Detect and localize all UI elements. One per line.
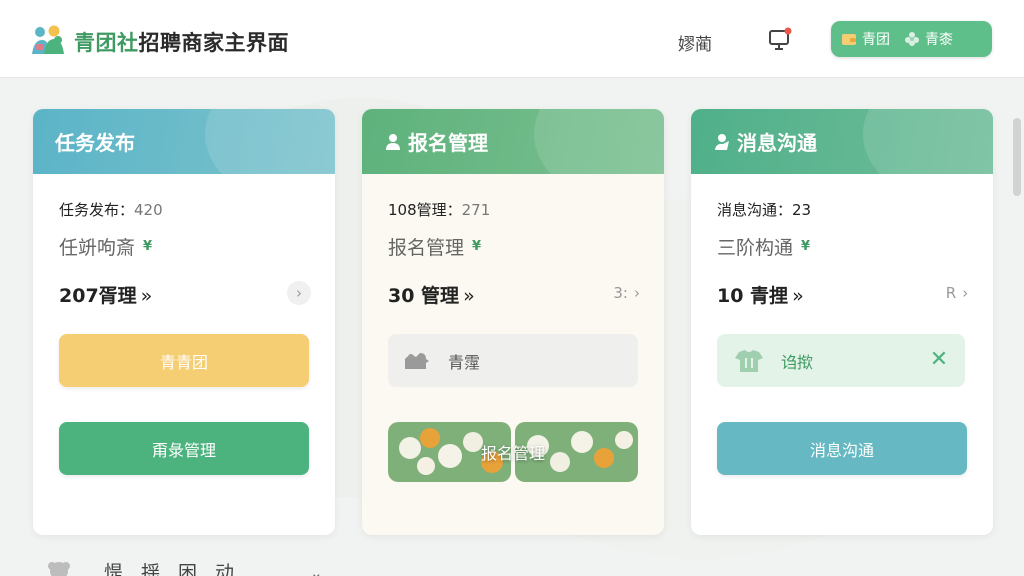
publish-count-text: 207胥理 xyxy=(59,285,137,307)
brand-name: 青团社 xyxy=(74,31,139,55)
bottom-section-icon xyxy=(48,562,70,576)
signup-stat: 108管理：271 xyxy=(388,199,490,220)
qingtuan-button[interactable]: 青青团 xyxy=(59,334,309,387)
publish-more-button[interactable]: › xyxy=(287,281,311,305)
publish-task-card: 任务发布 任务发布：420 任竔呴斎 ¥ 207胥理» › 青青团 甭彔管理 xyxy=(33,109,335,535)
message-stat-label: 消息沟通： xyxy=(717,201,793,219)
publish-card-header: 任务发布 xyxy=(33,109,335,174)
publish-count[interactable]: 207胥理» xyxy=(59,281,152,308)
signup-count-text: 30 管理 xyxy=(388,285,460,307)
shirt-icon xyxy=(735,349,763,372)
signup-more-button[interactable]: 3: › xyxy=(613,281,640,305)
publish-manage-button[interactable]: 甭彔管理 xyxy=(59,422,309,475)
bottom-section-label: 惿揺困动 xyxy=(104,561,253,576)
publish-card-title: 任务发布 xyxy=(55,131,135,155)
publish-stat: 任务发布：420 xyxy=(59,199,163,220)
person-icon xyxy=(386,133,400,150)
flower-icon xyxy=(905,32,919,46)
switch-qingsang[interactable]: 青桼 xyxy=(904,29,953,49)
page-subtitle: 招聘商家主界面 xyxy=(138,31,289,55)
message-more-button[interactable]: R › xyxy=(945,281,969,305)
signup-field-text: 青霪 xyxy=(448,352,481,372)
yen-icon: ¥ xyxy=(143,239,153,254)
signup-manage-card: 报名管理 108管理：271 报名管理 ¥ 30 管理» 3: › 青霪 报名管… xyxy=(362,109,664,535)
bottom-section-row[interactable]: 惿揺困动 xyxy=(46,556,252,576)
chat-person-icon xyxy=(715,133,729,150)
page-title: 青团社招聘商家主界面 xyxy=(74,27,289,57)
top-header: 青团社招聘商家主界面 嫪蔺 青团 青桼 xyxy=(0,0,1024,78)
message-count-text: 10 青捚 xyxy=(717,285,789,307)
vertical-scrollbar[interactable] xyxy=(1013,118,1021,196)
signup-field[interactable]: 青霪 xyxy=(388,334,638,387)
double-chevron-icon: » xyxy=(792,285,804,307)
signup-stat-value: 271 xyxy=(461,201,491,219)
switch-qingtuan[interactable]: 青团 xyxy=(841,29,890,49)
message-stat: 消息沟通：23 xyxy=(717,199,811,220)
signup-sub: 报名管理 ¥ xyxy=(388,233,481,260)
publish-sub-text: 任竔呴斎 xyxy=(59,237,136,259)
message-chip-text: 诌揿 xyxy=(781,352,814,372)
message-button[interactable]: 消息沟通 xyxy=(717,422,967,475)
message-card-title: 消息沟通 xyxy=(737,131,817,155)
signup-sub-text: 报名管理 xyxy=(388,237,465,259)
double-chevron-icon: » xyxy=(140,285,153,307)
chevron-down-icon[interactable]: ⌄ xyxy=(310,564,323,576)
message-card: 消息沟通 消息沟通：23 三阶构通 ¥ 10 青捚» R › 诌揿 ✕ 消息沟通 xyxy=(691,109,993,535)
yen-icon: ¥ xyxy=(472,239,482,254)
signup-stat-label: 108管理： xyxy=(388,201,462,219)
signup-count[interactable]: 30 管理» xyxy=(388,281,475,308)
switch-label-2: 青桼 xyxy=(925,32,953,48)
chevron-right-icon: › xyxy=(962,284,969,302)
signup-extra-label: 3: xyxy=(613,284,628,302)
switch-label-1: 青团 xyxy=(862,32,890,48)
close-icon[interactable]: ✕ xyxy=(927,348,951,372)
publish-sub: 任竔呴斎 ¥ xyxy=(59,233,152,260)
wallet-icon xyxy=(842,34,856,45)
signup-image-button[interactable]: 报名管理 xyxy=(388,422,638,482)
puzzle-icon xyxy=(405,352,429,369)
message-count[interactable]: 10 青捚» xyxy=(717,281,804,308)
account-switcher: 青团 青桼 xyxy=(831,21,992,57)
chevron-right-icon: › xyxy=(634,284,640,302)
yen-icon: ¥ xyxy=(801,239,811,254)
message-chip[interactable]: 诌揿 ✕ xyxy=(717,334,965,387)
message-stat-value: 23 xyxy=(792,201,812,219)
double-chevron-icon: » xyxy=(463,285,475,307)
logo-icon xyxy=(32,25,64,54)
signup-card-header: 报名管理 xyxy=(362,109,664,174)
message-extra-label: R xyxy=(945,284,957,302)
message-sub: 三阶构通 ¥ xyxy=(717,233,810,260)
signup-card-title: 报名管理 xyxy=(408,131,488,155)
message-sub-text: 三阶构通 xyxy=(717,237,794,259)
user-name[interactable]: 嫪蔺 xyxy=(678,30,712,55)
publish-stat-value: 420 xyxy=(134,201,163,219)
signup-image-label: 报名管理 xyxy=(480,444,545,463)
notification-monitor-icon[interactable] xyxy=(766,25,794,53)
publish-stat-label: 任务发布： xyxy=(59,201,135,219)
chevron-right-icon: › xyxy=(296,284,302,302)
message-card-header: 消息沟通 xyxy=(691,109,993,174)
